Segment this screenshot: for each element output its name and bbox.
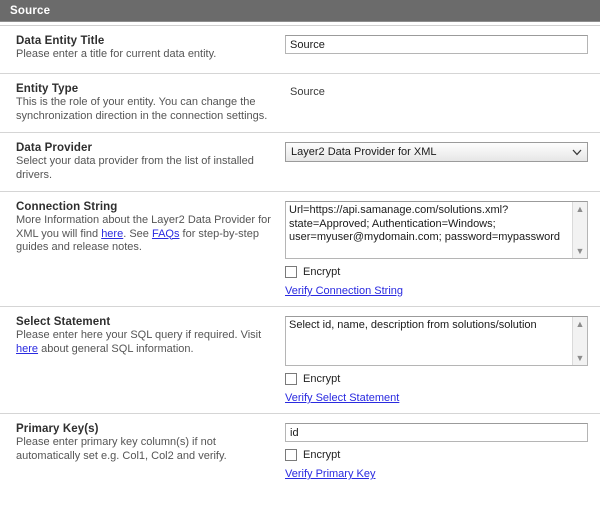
row-data-entity-title: Data Entity Title Please enter a title f… [0, 26, 600, 74]
label-desc-connection-string: More Information about the Layer2 Data P… [16, 214, 277, 255]
connection-string-encrypt-checkbox[interactable] [285, 266, 297, 278]
label-title-data-provider: Data Provider [16, 142, 277, 154]
settings-rows: Data Entity Title Please enter a title f… [0, 26, 600, 489]
inline-link[interactable]: here [16, 343, 38, 355]
select-statement-encrypt-row: Encrypt [285, 373, 588, 385]
select-statement-textarea[interactable]: Select id, name, description from soluti… [286, 317, 572, 365]
label-title-select-statement: Select Statement [16, 316, 277, 328]
verify-connection-string-link[interactable]: Verify Connection String [285, 285, 403, 297]
primary-keys-verify-row: Verify Primary Key [285, 468, 588, 480]
connection-string-scrollbar[interactable]: ▲ ▼ [572, 202, 587, 258]
row-label-data-provider: Data Provider Select your data provider … [0, 142, 285, 182]
verify-primary-key-link[interactable]: Verify Primary Key [285, 468, 375, 480]
connection-string-verify-row: Verify Connection String [285, 285, 588, 297]
chevron-up-icon[interactable]: ▲ [576, 202, 585, 216]
row-label-select-statement: Select Statement Please enter here your … [0, 316, 285, 356]
label-title-data-entity-title: Data Entity Title [16, 35, 277, 47]
inline-link[interactable]: here [101, 228, 123, 240]
label-desc-data-provider: Select your data provider from the list … [16, 155, 277, 182]
primary-keys-encrypt-row: Encrypt [285, 449, 588, 461]
select-statement-textarea-wrap: Select id, name, description from soluti… [285, 316, 588, 366]
panel-title: Source [10, 5, 50, 17]
label-title-entity-type: Entity Type [16, 83, 277, 95]
row-control-primary-keys: Encrypt Verify Primary Key [285, 423, 600, 480]
row-control-select-statement: Select id, name, description from soluti… [285, 316, 600, 404]
connection-string-encrypt-row: Encrypt [285, 266, 588, 278]
row-control-data-provider: Layer2 Data Provider for XML [285, 142, 600, 162]
select-statement-verify-row: Verify Select Statement [285, 392, 588, 404]
row-entity-type: Entity Type This is the role of your ent… [0, 74, 600, 133]
row-control-entity-type: Source [285, 83, 600, 100]
inline-link[interactable]: FAQs [152, 228, 180, 240]
panel-titlebar: Source [0, 0, 600, 22]
row-connection-string: Connection String More Information about… [0, 192, 600, 307]
verify-select-statement-link[interactable]: Verify Select Statement [285, 392, 399, 404]
label-desc-select-statement: Please enter here your SQL query if requ… [16, 329, 277, 356]
row-control-connection-string: Url=https://api.samanage.com/solutions.x… [285, 201, 600, 297]
primary-keys-encrypt-checkbox[interactable] [285, 449, 297, 461]
label-desc-entity-type: This is the role of your entity. You can… [16, 96, 277, 123]
label-title-primary-keys: Primary Key(s) [16, 423, 277, 435]
row-label-primary-keys: Primary Key(s) Please enter primary key … [0, 423, 285, 463]
select-statement-encrypt-label: Encrypt [303, 373, 340, 385]
label-desc-primary-keys: Please enter primary key column(s) if no… [16, 436, 277, 463]
select-statement-encrypt-checkbox[interactable] [285, 373, 297, 385]
chevron-down-icon[interactable]: ▼ [576, 244, 585, 258]
label-title-connection-string: Connection String [16, 201, 277, 213]
row-select-statement: Select Statement Please enter here your … [0, 307, 600, 414]
chevron-down-icon[interactable]: ▼ [576, 351, 585, 365]
row-data-provider: Data Provider Select your data provider … [0, 133, 600, 192]
entity-type-value: Source [285, 83, 588, 100]
connection-string-encrypt-label: Encrypt [303, 266, 340, 278]
data-entity-title-input[interactable] [285, 35, 588, 54]
data-provider-select[interactable]: Layer2 Data Provider for XML [285, 142, 588, 162]
data-provider-selected-value: Layer2 Data Provider for XML [291, 146, 437, 158]
row-label-data-entity-title: Data Entity Title Please enter a title f… [0, 35, 285, 62]
connection-string-textarea-wrap: Url=https://api.samanage.com/solutions.x… [285, 201, 588, 259]
connection-string-textarea[interactable]: Url=https://api.samanage.com/solutions.x… [286, 202, 572, 258]
row-primary-keys: Primary Key(s) Please enter primary key … [0, 414, 600, 489]
select-statement-scrollbar[interactable]: ▲ ▼ [572, 317, 587, 365]
primary-keys-encrypt-label: Encrypt [303, 449, 340, 461]
row-label-connection-string: Connection String More Information about… [0, 201, 285, 255]
primary-keys-input[interactable] [285, 423, 588, 442]
row-control-data-entity-title [285, 35, 600, 54]
row-label-entity-type: Entity Type This is the role of your ent… [0, 83, 285, 123]
data-provider-select-wrap: Layer2 Data Provider for XML [285, 142, 588, 162]
chevron-up-icon[interactable]: ▲ [576, 317, 585, 331]
label-desc-data-entity-title: Please enter a title for current data en… [16, 48, 277, 62]
source-entity-panel: Source Data Entity Title Please enter a … [0, 0, 600, 522]
